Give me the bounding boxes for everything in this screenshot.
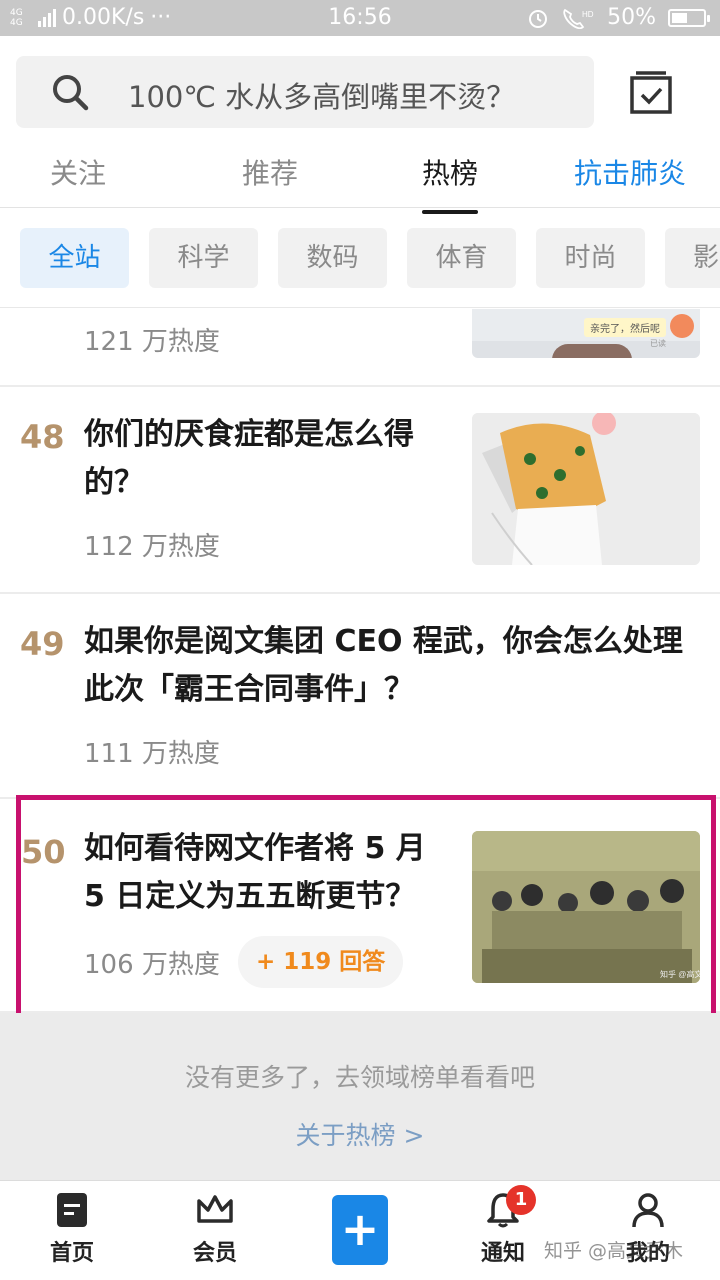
search-placeholder: 100℃ 水从多高倒嘴里不烫？ (128, 80, 516, 114)
rank-number: 49 (20, 625, 65, 663)
tab-label: 抗击肺炎 (574, 157, 687, 190)
plus-icon[interactable]: + (332, 1195, 388, 1265)
tab-fight-pneumonia[interactable]: 抗击肺炎 (574, 152, 686, 192)
checkin-calendar-icon[interactable] (628, 70, 674, 114)
notification-badge: 1 (506, 1185, 536, 1215)
heat-value: 111 万热度 (84, 739, 220, 769)
nav-notifications[interactable]: 1 通知 (458, 1185, 548, 1267)
item-title: 你们的厌食症都是怎么得的？ (84, 417, 414, 500)
hd-call-icon: HD (563, 8, 594, 29)
search-icon (53, 75, 89, 111)
status-right: HD 50% (527, 5, 710, 30)
crown-icon (197, 1195, 233, 1223)
tab-label: 关注 (50, 157, 107, 190)
chip-sports[interactable]: 体育 (407, 228, 516, 288)
about-hot-list-link[interactable]: 关于热榜 > (0, 1116, 720, 1152)
thumb-emoji (670, 314, 694, 338)
tab-hot-list[interactable]: 热榜 (422, 152, 479, 214)
home-icon (57, 1193, 87, 1227)
heat-value: 112 万热度 (84, 532, 220, 562)
thumb-face (552, 344, 632, 358)
bottom-nav: 首页 会员 + 1 通知 我的 (0, 1180, 720, 1280)
battery-level (672, 12, 687, 23)
heat-value: 121 万热度 (84, 327, 220, 357)
chip-digital[interactable]: 数码 (278, 228, 387, 288)
tab-label: 热榜 (422, 157, 479, 190)
battery-icon (668, 8, 710, 27)
person-icon (632, 1193, 664, 1228)
no-more-text: 没有更多了，去领域榜单看看吧 (184, 1063, 535, 1092)
thumb-photo (472, 413, 700, 565)
thumb-chat-bubble: 亲完了，然后呢 (584, 318, 666, 337)
rank-number: 48 (20, 418, 65, 456)
chip-all-site[interactable]: 全站 (20, 228, 129, 288)
nav-vip-label: 会员 (192, 1241, 237, 1266)
hot-list-item[interactable]: 48 你们的厌食症都是怎么得的？ 112 万热度 (0, 387, 720, 594)
item-title: 如果你是阅文集团 CEO 程武，你会怎么处理此次「霸王合同事件」？ (84, 624, 683, 707)
chip-fashion[interactable]: 时尚 (536, 228, 645, 288)
hot-list-item[interactable]: 121 万热度 亲完了，然后呢 已读 (0, 309, 720, 387)
battery-percent: 50% (607, 5, 656, 30)
tab-follow[interactable]: 关注 (50, 152, 106, 192)
watermark: 知乎 @高文乔木 (544, 1240, 684, 1262)
category-chips: 全站 科学 数码 体育 时尚 影 (0, 210, 720, 308)
top-tabs: 关注 推荐 热榜 抗击肺炎 (0, 140, 720, 214)
nav-home[interactable]: 首页 (27, 1191, 117, 1267)
item-thumbnail: 亲完了，然后呢 已读 (472, 309, 700, 358)
item-thumbnail (472, 413, 700, 565)
list-footer (0, 1013, 720, 1180)
status-bar: 4G 4G 0.00K/s ··· 16:56 HD 50% (0, 0, 720, 36)
search-bar[interactable]: 100℃ 水从多高倒嘴里不烫？ (16, 56, 594, 128)
hot-list-item[interactable]: 49 如果你是阅文集团 CEO 程武，你会怎么处理此次「霸王合同事件」？ 111… (0, 594, 720, 799)
tab-label: 推荐 (242, 157, 299, 190)
chip-science[interactable]: 科学 (149, 228, 258, 288)
chip-film[interactable]: 影 (665, 228, 720, 288)
nav-home-label: 首页 (49, 1241, 94, 1266)
tab-recommend[interactable]: 推荐 (242, 152, 298, 192)
alarm-clock-icon (529, 9, 548, 28)
nav-notifications-label: 通知 (480, 1241, 525, 1266)
thumb-read-label: 已读 (650, 339, 666, 348)
svg-text:HD: HD (582, 10, 594, 19)
highlight-frame (16, 795, 716, 1021)
nav-vip[interactable]: 会员 (170, 1191, 260, 1267)
